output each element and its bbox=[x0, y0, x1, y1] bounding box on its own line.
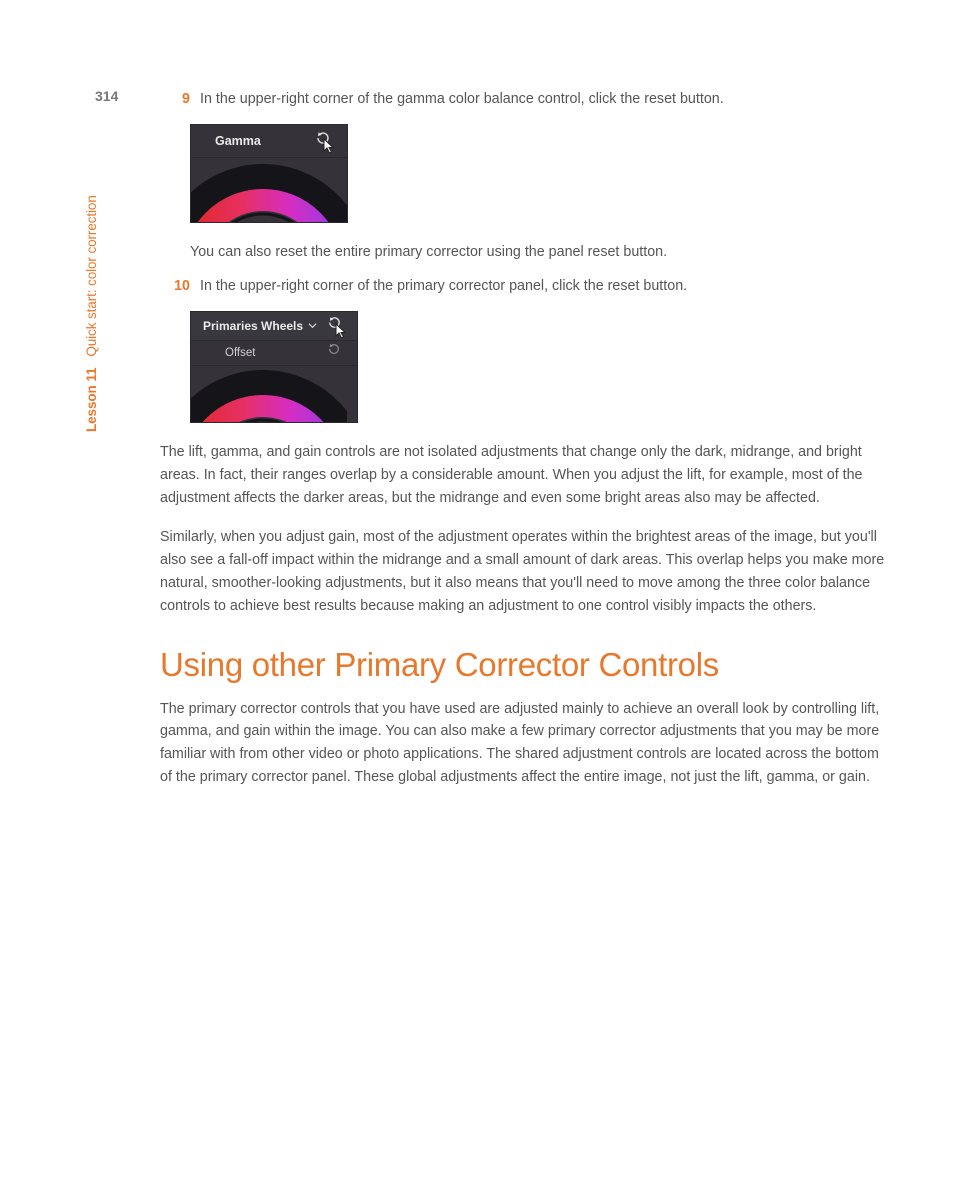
offset-color-wheel[interactable] bbox=[191, 366, 347, 422]
gamma-color-wheel[interactable] bbox=[191, 158, 347, 222]
primaries-label: Primaries Wheels bbox=[203, 319, 303, 333]
offset-reset-icon[interactable] bbox=[327, 342, 349, 364]
chevron-down-icon bbox=[308, 319, 317, 333]
step-9: 9 In the upper-right corner of the gamma… bbox=[160, 88, 886, 110]
figure-gamma-panel: Gamma bbox=[190, 124, 886, 223]
cursor-icon bbox=[335, 323, 349, 339]
reset-icon[interactable] bbox=[315, 130, 337, 152]
gamma-label: Gamma bbox=[215, 134, 261, 148]
primaries-panel-header: Primaries Wheels bbox=[191, 312, 357, 341]
step-text: In the upper-right corner of the gamma c… bbox=[200, 88, 886, 110]
step-text: In the upper-right corner of the primary… bbox=[200, 275, 886, 297]
offset-label: Offset bbox=[225, 347, 255, 359]
paragraph: The primary corrector controls that you … bbox=[160, 698, 886, 790]
panel-reset-icon[interactable] bbox=[327, 315, 349, 337]
chapter-label: Lesson 11 Quick start: color correction bbox=[84, 195, 99, 432]
primaries-panel: Primaries Wheels Offset bbox=[190, 311, 358, 423]
cursor-icon bbox=[323, 138, 337, 154]
page-number: 314 bbox=[95, 88, 118, 104]
gamma-panel-header: Gamma bbox=[191, 125, 347, 158]
figure-primaries-panel: Primaries Wheels Offset bbox=[190, 311, 886, 423]
paragraph: Similarly, when you adjust gain, most of… bbox=[160, 526, 886, 618]
paragraph: You can also reset the entire primary co… bbox=[190, 241, 886, 263]
step-10: 10 In the upper-right corner of the prim… bbox=[160, 275, 886, 297]
page: 314 Lesson 11 Quick start: color correct… bbox=[0, 0, 954, 1177]
gamma-panel: Gamma bbox=[190, 124, 348, 223]
paragraph: The lift, gamma, and gain controls are n… bbox=[160, 441, 886, 510]
section-heading: Using other Primary Corrector Controls bbox=[160, 646, 886, 684]
offset-row: Offset bbox=[191, 341, 357, 366]
lesson-title: Quick start: color correction bbox=[84, 195, 99, 356]
step-number: 9 bbox=[160, 88, 200, 110]
step-number: 10 bbox=[160, 275, 200, 297]
primaries-dropdown[interactable]: Primaries Wheels bbox=[203, 319, 317, 333]
lesson-number: Lesson 11 bbox=[84, 368, 99, 432]
